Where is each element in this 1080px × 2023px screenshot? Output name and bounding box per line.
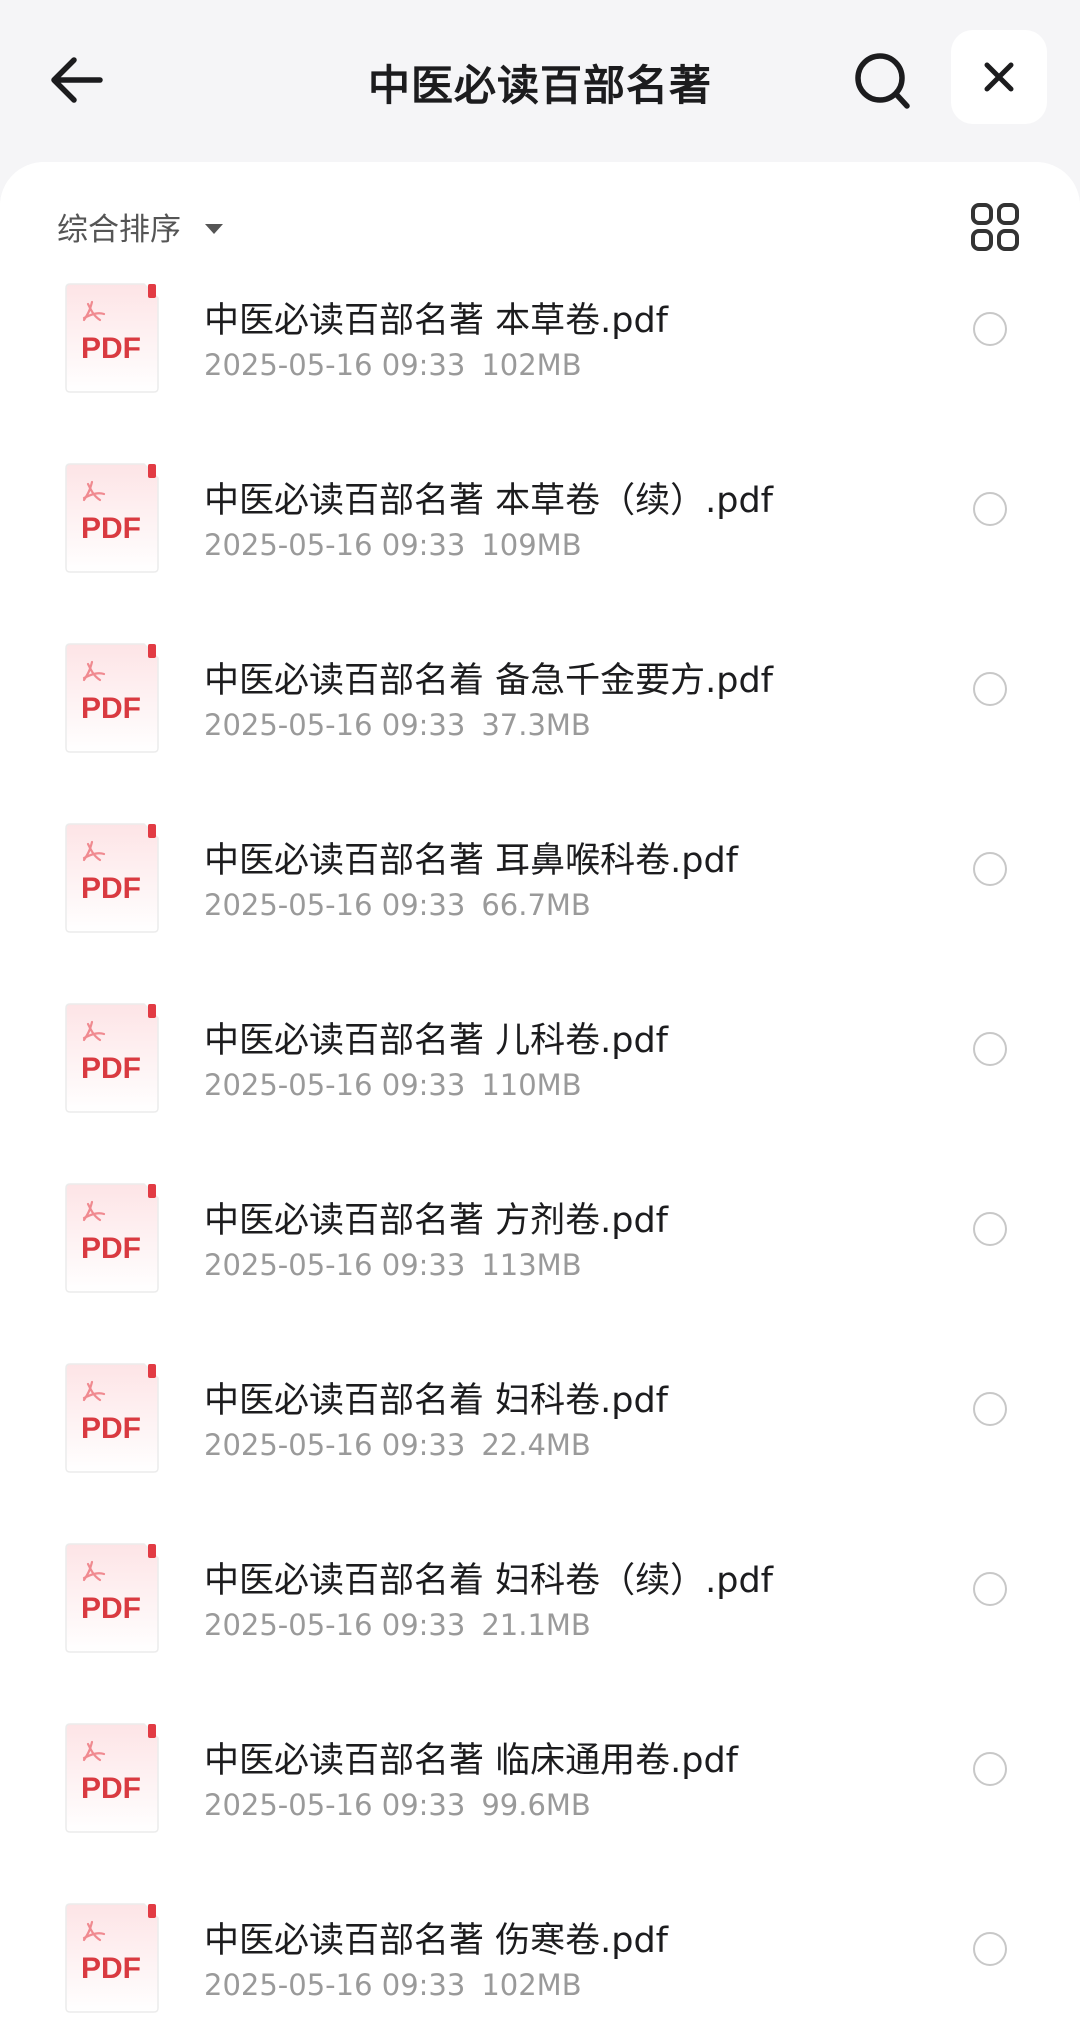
file-size: 109MB bbox=[481, 528, 582, 562]
select-radio[interactable] bbox=[973, 1212, 1007, 1246]
file-row[interactable]: PDF 中医必读百部名著 耳鼻喉科卷.pdf 2025-05-16 09:33 66.… bbox=[0, 822, 1080, 1002]
pdf-icon-label: PDF bbox=[81, 1412, 141, 1445]
grid-view-icon bbox=[971, 203, 1019, 251]
select-radio[interactable] bbox=[973, 312, 1007, 346]
select-radio[interactable] bbox=[973, 852, 1007, 886]
file-size: 37.3MB bbox=[481, 708, 591, 742]
pdf-icon-label: PDF bbox=[81, 332, 141, 365]
file-date: 2025-05-16 09:33 bbox=[204, 1968, 466, 2002]
file-meta: 2025-05-16 09:33 113MB bbox=[204, 1248, 582, 1282]
file-date: 2025-05-16 09:33 bbox=[204, 1428, 466, 1462]
caret-down-icon bbox=[205, 223, 223, 234]
select-radio[interactable] bbox=[973, 1392, 1007, 1426]
select-radio[interactable] bbox=[973, 1572, 1007, 1606]
file-size: 66.7MB bbox=[481, 888, 591, 922]
file-meta: 2025-05-16 09:33 109MB bbox=[204, 528, 582, 562]
file-meta: 2025-05-16 09:33 99.6MB bbox=[204, 1788, 591, 1822]
close-button[interactable] bbox=[951, 30, 1047, 124]
sort-bar: 综合排序 bbox=[0, 162, 1080, 272]
file-meta: 2025-05-16 09:33 37.3MB bbox=[204, 708, 591, 742]
file-row[interactable]: PDF 中医必读百部名著 本草卷（续）.pdf 2025-05-16 09:33 10… bbox=[0, 462, 1080, 642]
file-row[interactable]: PDF 中医必读百部名著 方剂卷.pdf 2025-05-16 09:33 113MB bbox=[0, 1182, 1080, 1362]
file-name: 中医必读百部名著 本草卷（续）.pdf bbox=[204, 481, 774, 521]
search-button[interactable] bbox=[852, 50, 914, 112]
pdf-icon-label: PDF bbox=[81, 1232, 141, 1265]
file-row[interactable]: PDF 中医必读百部名著 伤寒卷.pdf 2025-05-16 09:33 102MB bbox=[0, 1902, 1080, 2023]
file-name: 中医必读百部名着 妇科卷.pdf bbox=[204, 1381, 669, 1421]
select-radio[interactable] bbox=[973, 1032, 1007, 1066]
file-meta: 2025-05-16 09:33 110MB bbox=[204, 1068, 582, 1102]
pdf-file-icon: PDF bbox=[65, 283, 159, 393]
sort-dropdown[interactable]: 综合排序 bbox=[57, 204, 223, 249]
file-date: 2025-05-16 09:33 bbox=[204, 1608, 466, 1642]
file-name: 中医必读百部名着 备急千金要方.pdf bbox=[204, 661, 774, 701]
pdf-icon-label: PDF bbox=[81, 512, 141, 545]
pdf-file-icon: PDF bbox=[65, 1363, 159, 1473]
select-radio[interactable] bbox=[973, 1932, 1007, 1966]
file-name: 中医必读百部名著 儿科卷.pdf bbox=[204, 1021, 669, 1061]
pdf-icon-label: PDF bbox=[81, 1052, 141, 1085]
file-meta: 2025-05-16 09:33 66.7MB bbox=[204, 888, 591, 922]
pdf-icon-label: PDF bbox=[81, 1772, 141, 1805]
file-name: 中医必读百部名著 方剂卷.pdf bbox=[204, 1201, 669, 1241]
pdf-icon-label: PDF bbox=[81, 872, 141, 905]
close-icon bbox=[984, 62, 1014, 92]
file-size: 102MB bbox=[481, 348, 582, 382]
grid-view-button[interactable] bbox=[970, 202, 1020, 252]
file-date: 2025-05-16 09:33 bbox=[204, 348, 466, 382]
file-name: 中医必读百部名著 临床通用卷.pdf bbox=[204, 1741, 739, 1781]
sort-label: 综合排序 bbox=[57, 212, 181, 248]
search-icon bbox=[855, 53, 910, 109]
select-radio[interactable] bbox=[973, 1752, 1007, 1786]
file-row[interactable]: PDF 中医必读百部名着 妇科卷（续）.pdf 2025-05-16 09:33 21… bbox=[0, 1542, 1080, 1722]
pdf-file-icon: PDF bbox=[65, 1183, 159, 1293]
file-date: 2025-05-16 09:33 bbox=[204, 708, 466, 742]
pdf-file-icon: PDF bbox=[65, 1723, 159, 1833]
file-date: 2025-05-16 09:33 bbox=[204, 528, 466, 562]
file-list-panel: 综合排序 PDF 中医必读百部名著 本草卷.pdf 2025-05-16 09:33… bbox=[0, 162, 1080, 2023]
file-row[interactable]: PDF 中医必读百部名着 妇科卷.pdf 2025-05-16 09:33 22.4M… bbox=[0, 1362, 1080, 1542]
file-size: 113MB bbox=[481, 1248, 582, 1282]
file-row[interactable]: PDF 中医必读百部名著 本草卷.pdf 2025-05-16 09:33 102MB bbox=[0, 282, 1080, 462]
file-date: 2025-05-16 09:33 bbox=[204, 1248, 466, 1282]
file-row[interactable]: PDF 中医必读百部名著 临床通用卷.pdf 2025-05-16 09:33 99.… bbox=[0, 1722, 1080, 1902]
file-size: 21.1MB bbox=[481, 1608, 591, 1642]
file-meta: 2025-05-16 09:33 102MB bbox=[204, 348, 582, 382]
select-radio[interactable] bbox=[973, 492, 1007, 526]
file-name: 中医必读百部名着 妇科卷（续）.pdf bbox=[204, 1561, 774, 1601]
file-size: 99.6MB bbox=[481, 1788, 591, 1822]
file-date: 2025-05-16 09:33 bbox=[204, 888, 466, 922]
pdf-icon-label: PDF bbox=[81, 1592, 141, 1625]
pdf-icon-label: PDF bbox=[81, 1952, 141, 1985]
select-radio[interactable] bbox=[973, 672, 1007, 706]
pdf-file-icon: PDF bbox=[65, 1903, 159, 2013]
file-meta: 2025-05-16 09:33 21.1MB bbox=[204, 1608, 591, 1642]
file-meta: 2025-05-16 09:33 22.4MB bbox=[204, 1428, 591, 1462]
file-row[interactable]: PDF 中医必读百部名着 备急千金要方.pdf 2025-05-16 09:33 37… bbox=[0, 642, 1080, 822]
file-meta: 2025-05-16 09:33 102MB bbox=[204, 1968, 582, 2002]
file-name: 中医必读百部名著 耳鼻喉科卷.pdf bbox=[204, 841, 739, 881]
page-title: 中医必读百部名著 bbox=[367, 61, 712, 110]
file-date: 2025-05-16 09:33 bbox=[204, 1788, 466, 1822]
file-name: 中医必读百部名著 伤寒卷.pdf bbox=[204, 1921, 669, 1961]
pdf-file-icon: PDF bbox=[65, 1543, 159, 1653]
pdf-file-icon: PDF bbox=[65, 463, 159, 573]
pdf-file-icon: PDF bbox=[65, 823, 159, 933]
file-size: 22.4MB bbox=[481, 1428, 591, 1462]
pdf-file-icon: PDF bbox=[65, 1003, 159, 1113]
file-size: 110MB bbox=[481, 1068, 582, 1102]
file-date: 2025-05-16 09:33 bbox=[204, 1068, 466, 1102]
file-size: 102MB bbox=[481, 1968, 582, 2002]
pdf-icon-label: PDF bbox=[81, 692, 141, 725]
file-row[interactable]: PDF 中医必读百部名著 儿科卷.pdf 2025-05-16 09:33 110MB bbox=[0, 1002, 1080, 1182]
top-bar: 中医必读百部名著 bbox=[0, 0, 1080, 160]
pdf-file-icon: PDF bbox=[65, 643, 159, 753]
file-name: 中医必读百部名著 本草卷.pdf bbox=[204, 301, 669, 341]
